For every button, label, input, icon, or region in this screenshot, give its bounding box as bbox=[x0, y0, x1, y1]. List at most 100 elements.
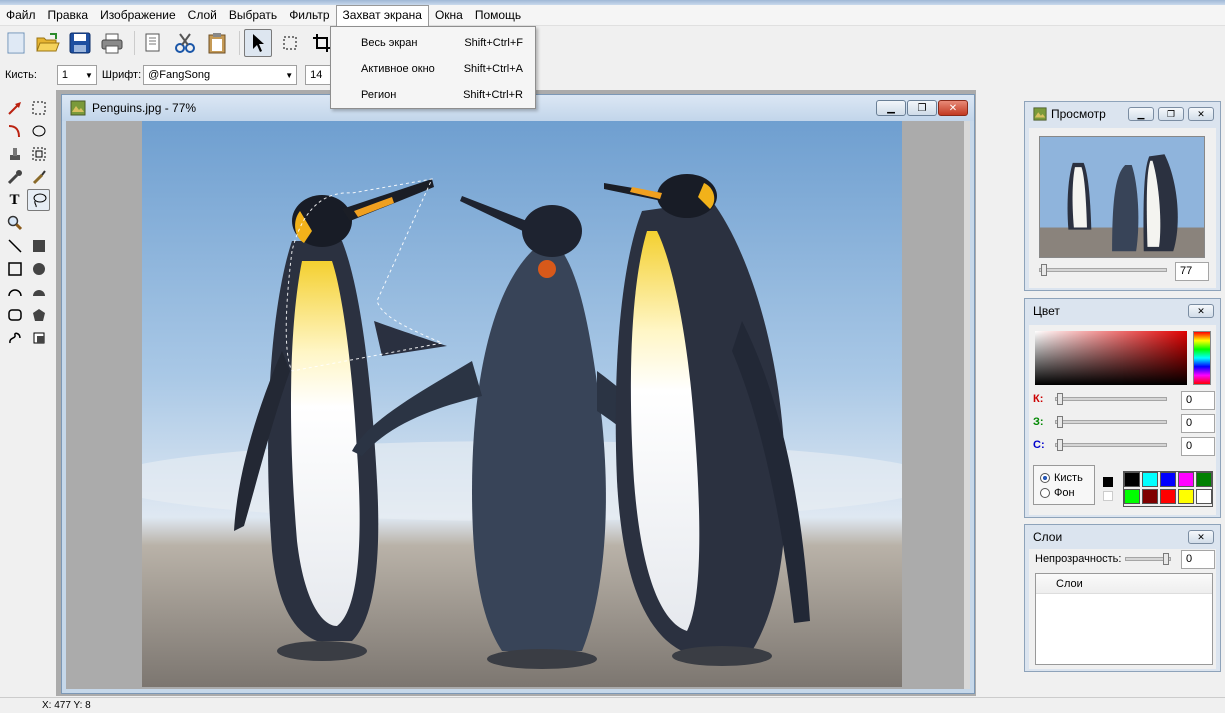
filled-arc-tool[interactable] bbox=[27, 281, 50, 303]
menu-windows[interactable]: Окна bbox=[429, 5, 469, 26]
stamp-tool[interactable] bbox=[3, 143, 26, 165]
close-button[interactable]: ✕ bbox=[1188, 304, 1214, 318]
penguins-photo[interactable] bbox=[142, 121, 902, 687]
zoom-slider-thumb[interactable] bbox=[1041, 264, 1047, 276]
palette-swatch[interactable] bbox=[1124, 489, 1140, 504]
copy-button[interactable] bbox=[139, 29, 167, 57]
font-combo[interactable]: @FangSong ▼ bbox=[143, 65, 298, 85]
palette-swatch[interactable] bbox=[1142, 489, 1158, 504]
zoom-tool[interactable] bbox=[3, 212, 26, 234]
image-canvas[interactable] bbox=[66, 121, 970, 689]
opacity-slider-thumb[interactable] bbox=[1163, 553, 1169, 565]
marquee-tool[interactable] bbox=[27, 97, 50, 119]
close-button[interactable]: ✕ bbox=[1188, 530, 1214, 544]
zoom-input[interactable]: 77 bbox=[1175, 262, 1209, 281]
brush-size-combo[interactable]: 1 ▼ bbox=[56, 65, 97, 85]
menu-edit[interactable]: Правка bbox=[42, 5, 95, 26]
color-palette bbox=[1123, 471, 1213, 507]
close-button[interactable]: ✕ bbox=[938, 100, 968, 116]
print-button[interactable] bbox=[98, 29, 126, 57]
green-slider-thumb[interactable] bbox=[1057, 416, 1063, 428]
fill-tool[interactable] bbox=[27, 327, 50, 349]
pointer-tool-button[interactable] bbox=[244, 29, 272, 57]
menu-item-region[interactable]: Регион Shift+Ctrl+R bbox=[331, 82, 535, 108]
curve-icon bbox=[8, 125, 20, 138]
picker-tool[interactable] bbox=[3, 166, 26, 188]
curve-tool[interactable] bbox=[3, 120, 26, 142]
rect-tool[interactable] bbox=[3, 258, 26, 280]
new-file-button[interactable] bbox=[2, 29, 30, 57]
foreground-color-swatch[interactable] bbox=[1103, 477, 1113, 487]
palette-swatch[interactable] bbox=[1196, 472, 1212, 487]
menu-layer[interactable]: Слой bbox=[182, 5, 223, 26]
filled-ellipse-tool[interactable] bbox=[27, 258, 50, 280]
close-button[interactable]: ✕ bbox=[1188, 107, 1214, 121]
minimize-button[interactable]: ▁ bbox=[1128, 107, 1154, 121]
menu-image[interactable]: Изображение bbox=[94, 5, 182, 26]
vertical-scrollbar[interactable] bbox=[964, 121, 970, 689]
brush-radio[interactable]: Кисть bbox=[1040, 472, 1083, 484]
line-tool[interactable] bbox=[3, 235, 26, 257]
menu-filter[interactable]: Фильтр bbox=[283, 5, 335, 26]
save-button[interactable] bbox=[66, 29, 94, 57]
polygon-tool[interactable] bbox=[27, 304, 50, 326]
blue-input[interactable]: 0 bbox=[1181, 437, 1215, 456]
rect-select-button[interactable] bbox=[276, 29, 304, 57]
layers-list[interactable]: Слои bbox=[1035, 573, 1213, 665]
text-tool[interactable]: T bbox=[3, 189, 26, 211]
font-label: Шрифт: bbox=[101, 69, 142, 81]
penguins-image bbox=[142, 121, 902, 687]
filled-rect-tool[interactable] bbox=[27, 235, 50, 257]
crop-icon bbox=[313, 34, 331, 52]
red-input[interactable]: 0 bbox=[1181, 391, 1215, 410]
minimize-button[interactable]: ▁ bbox=[876, 100, 906, 116]
freehand-tool[interactable] bbox=[3, 327, 26, 349]
palette-swatch[interactable] bbox=[1160, 489, 1176, 504]
rounded-rect-tool[interactable] bbox=[3, 304, 26, 326]
palette-swatch[interactable] bbox=[1124, 472, 1140, 487]
lasso-tool[interactable] bbox=[27, 189, 50, 211]
menu-screen-capture[interactable]: Захват экрана bbox=[335, 4, 429, 26]
red-slider[interactable] bbox=[1055, 397, 1167, 401]
restore-button[interactable]: ❐ bbox=[907, 100, 937, 116]
green-slider[interactable] bbox=[1055, 420, 1167, 424]
menu-item-shortcut: Shift+Ctrl+A bbox=[463, 63, 523, 75]
menu-item-full-screen[interactable]: Весь экран Shift+Ctrl+F bbox=[331, 30, 535, 56]
arrow-tool[interactable] bbox=[3, 97, 26, 119]
palette-swatch[interactable] bbox=[1178, 472, 1194, 487]
font-size-combo[interactable]: 14 bbox=[305, 65, 334, 85]
blue-slider-thumb[interactable] bbox=[1057, 439, 1063, 451]
color-gradient-picker[interactable] bbox=[1035, 331, 1187, 385]
blue-slider[interactable] bbox=[1055, 443, 1167, 447]
hue-slider[interactable] bbox=[1193, 331, 1211, 385]
background-color-swatch[interactable] bbox=[1103, 491, 1113, 501]
menu-item-active-window[interactable]: Активное окно Shift+Ctrl+A bbox=[331, 56, 535, 82]
background-radio[interactable]: Фон bbox=[1040, 487, 1075, 499]
menu-help[interactable]: Помощь bbox=[469, 5, 527, 26]
palette-swatch[interactable] bbox=[1160, 472, 1176, 487]
filled-circle-icon bbox=[32, 263, 45, 275]
paste-clipboard-icon bbox=[208, 33, 226, 54]
preview-thumbnail[interactable] bbox=[1039, 136, 1205, 258]
screen-capture-menu: Весь экран Shift+Ctrl+F Активное окно Sh… bbox=[330, 26, 536, 109]
arc-tool[interactable] bbox=[3, 281, 26, 303]
palette-swatch[interactable] bbox=[1142, 472, 1158, 487]
menu-select[interactable]: Выбрать bbox=[223, 5, 283, 26]
palette-swatch[interactable] bbox=[1178, 489, 1194, 504]
opacity-input[interactable]: 0 bbox=[1181, 550, 1215, 569]
cut-button[interactable] bbox=[171, 29, 199, 57]
open-folder-icon bbox=[36, 33, 60, 52]
paste-button[interactable] bbox=[203, 29, 231, 57]
zoom-slider[interactable] bbox=[1039, 268, 1167, 272]
green-input[interactable]: 0 bbox=[1181, 414, 1215, 433]
brush-tool[interactable] bbox=[27, 166, 50, 188]
fill-icon bbox=[33, 332, 44, 344]
menu-file[interactable]: Файл bbox=[0, 5, 42, 26]
color-panel-title: Цвет bbox=[1033, 304, 1060, 318]
magic-select-tool[interactable] bbox=[27, 143, 50, 165]
restore-button[interactable]: ❐ bbox=[1158, 107, 1184, 121]
open-file-button[interactable] bbox=[34, 29, 62, 57]
palette-swatch[interactable] bbox=[1196, 489, 1212, 504]
red-slider-thumb[interactable] bbox=[1057, 393, 1063, 405]
ellipse-select-tool[interactable] bbox=[27, 120, 50, 142]
